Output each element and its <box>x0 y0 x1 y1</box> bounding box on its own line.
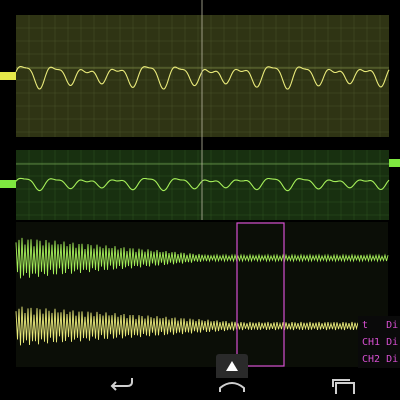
info-row-ch2: CH2 Di <box>362 354 398 365</box>
chevron-up-icon <box>226 361 238 371</box>
recents-button[interactable] <box>314 378 374 400</box>
recents-icon <box>332 379 355 394</box>
info-label: CH2 <box>362 354 381 365</box>
info-row-time: t Di <box>362 320 398 331</box>
home-button[interactable] <box>202 378 262 400</box>
ch2-marker[interactable] <box>0 180 16 188</box>
info-label: CH1 <box>362 337 381 348</box>
overview-panel <box>16 222 388 367</box>
info-row-ch1: CH1 Di <box>362 337 398 348</box>
home-icon <box>219 382 245 392</box>
info-value: Di <box>386 337 399 348</box>
back-icon <box>110 378 133 391</box>
pull-up-tab[interactable] <box>216 354 248 378</box>
ch1-marker[interactable] <box>0 72 16 80</box>
info-value: Di <box>386 320 399 331</box>
info-value: Di <box>386 354 399 365</box>
oscilloscope-display[interactable] <box>0 0 400 400</box>
ch2-level-marker[interactable] <box>389 159 400 167</box>
measurement-panel[interactable]: t Di CH1 Di CH2 Di <box>358 316 400 368</box>
android-nav-bar <box>0 378 400 400</box>
info-label: t <box>362 320 369 331</box>
back-button[interactable] <box>92 378 152 400</box>
